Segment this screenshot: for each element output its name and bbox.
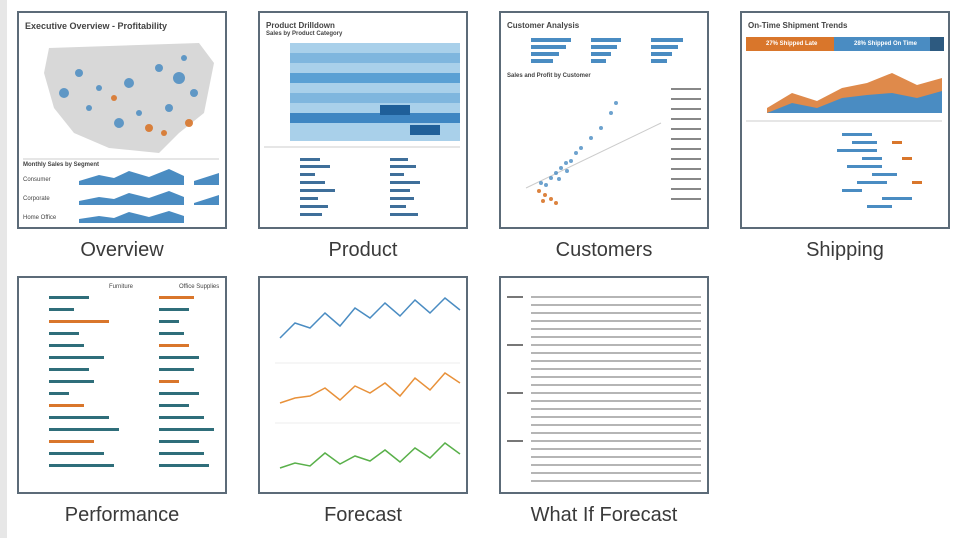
thumbnail-shipping-label[interactable]: Shipping [740,239,950,262]
product-heatmap [290,43,460,141]
thumbnail-what-if-forecast[interactable]: What If Forecast [499,276,709,527]
thumbnail-performance-label[interactable]: Performance [17,504,227,527]
what-if-table-rows [531,296,701,482]
thumbnail-customers-image[interactable]: Customer Analysis Sales and Profit by Cu… [499,11,709,229]
thumbnail-performance[interactable]: Furniture Office Supplies Performance [17,276,227,527]
shipping-gantt [837,133,912,208]
overview-segment-2: Corporate [23,196,50,202]
what-if-forecast-preview [507,296,701,482]
thumbnail-customers-label[interactable]: Customers [499,239,709,262]
thumbnail-overview-image[interactable]: Executive Overview - Profitability Month… [17,11,227,229]
thumbnail-overview[interactable]: Executive Overview - Profitability Month… [17,11,227,262]
product-preview [264,43,460,216]
customers-scatter [525,88,701,205]
performance-preview [49,296,214,467]
product-dot-plot [300,158,420,216]
thumbnail-what-if-forecast-label[interactable]: What If Forecast [499,504,709,527]
forecast-preview [275,296,461,469]
thumbnail-forecast-image[interactable] [258,276,468,494]
overview-preview [23,43,219,223]
thumbnail-customers[interactable]: Customer Analysis Sales and Profit by Cu… [499,11,709,262]
forecast-line-3 [279,442,461,469]
forecast-line-2 [279,372,461,404]
thumbnail-product-label[interactable]: Product [258,239,468,262]
thumbnail-forecast-label[interactable]: Forecast [258,504,468,527]
left-edge [0,0,7,538]
thumbnail-product-image[interactable]: Product Drilldown Sales by Product Categ… [258,11,468,229]
shipping-ontime-label: 28% Shipped On Time [854,41,917,47]
thumbnail-product[interactable]: Product Drilldown Sales by Product Categ… [258,11,468,262]
forecast-line-1 [279,296,461,339]
thumbnail-forecast[interactable]: Forecast [258,276,468,527]
thumbnail-what-if-forecast-image[interactable] [499,276,709,494]
overview-segment-3: Home Office [23,215,57,221]
overview-segment-areas [79,169,219,223]
performance-bars [49,296,214,467]
thumbnail-performance-image[interactable]: Furniture Office Supplies [17,276,227,494]
overview-segment-1: Consumer [23,177,51,183]
shipping-late-label: 27% Shipped Late [766,41,818,47]
thumbnail-shipping[interactable]: On-Time Shipment Trends 27% Shipped Late… [740,11,950,262]
thumbnail-overview-label[interactable]: Overview [17,239,227,262]
overview-subtitle: Monthly Sales by Segment [23,162,100,168]
thumbnail-shipping-image[interactable]: On-Time Shipment Trends 27% Shipped Late… [740,11,950,229]
